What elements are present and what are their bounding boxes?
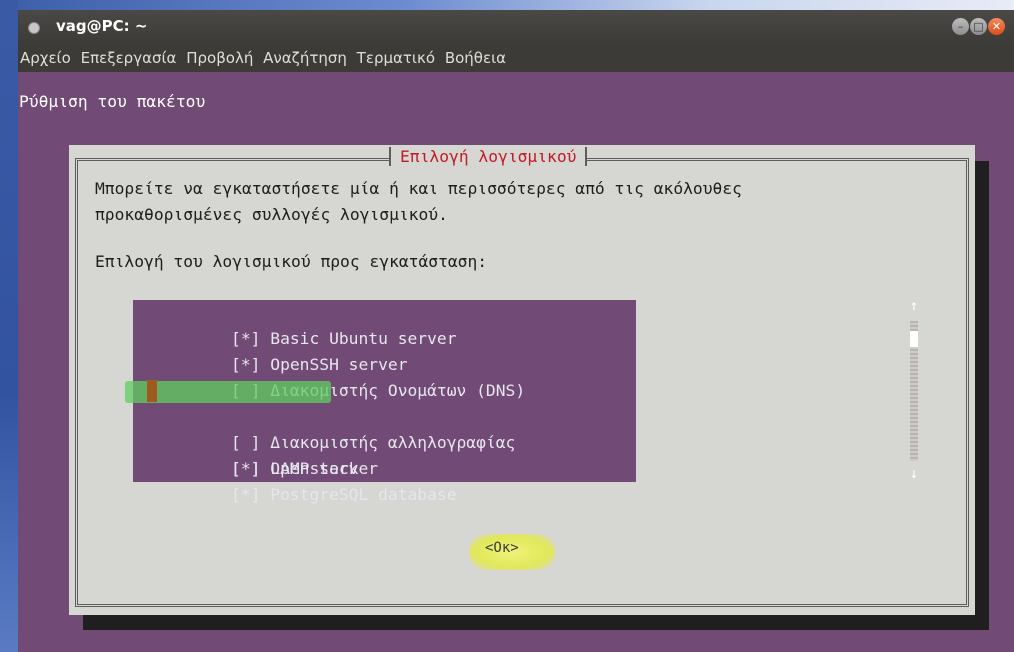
terminal-area[interactable]: Ρύθμιση του πακέτου Επιλογή λογισμικού Μ…	[18, 72, 1014, 652]
item-label: PostgreSQL database	[270, 485, 457, 504]
close-icon[interactable]: ✕	[988, 18, 1005, 35]
terminal-window: vag@PC: ~ – □ ✕ Αρχείο Επεξεργασία Προβο…	[18, 10, 1014, 652]
maximize-icon[interactable]: □	[970, 18, 987, 35]
list-item[interactable]: [ ] Διακομιστής αλληλογραφίας	[133, 404, 636, 452]
selection-prompt: Επιλογή του λογισμικού προς εγκατάσταση:	[95, 252, 488, 271]
text-cursor	[147, 380, 157, 402]
dialog-description: Μπορείτε να εγκαταστήσετε μία ή και περι…	[95, 176, 742, 228]
description-line-1: Μπορείτε να εγκαταστήσετε μία ή και περι…	[95, 179, 742, 198]
menu-terminal[interactable]: Τερματικό	[355, 44, 438, 67]
menu-view[interactable]: Προβολή	[184, 44, 256, 67]
list-item[interactable]: [*] Basic Ubuntu server	[133, 300, 636, 348]
scroll-down-arrow-icon[interactable]: ↓	[908, 466, 920, 482]
software-selection-dialog: Επιλογή λογισμικού Μπορείτε να εγκαταστή…	[69, 145, 975, 615]
list-item[interactable]: [ ] Openstack	[133, 430, 636, 478]
ok-button[interactable]: <Οκ>	[485, 540, 519, 556]
item-checkbox[interactable]: [*]	[231, 485, 260, 504]
window-titlebar[interactable]: vag@PC: ~ – □ ✕	[18, 10, 1014, 44]
desktop-background-left	[0, 0, 18, 652]
dialog-title: Επιλογή λογισμικού	[389, 147, 588, 166]
menu-help[interactable]: Βοήθεια	[443, 44, 509, 67]
package-config-header: Ρύθμιση του πακέτου	[19, 92, 206, 111]
software-list[interactable]: [*] Basic Ubuntu server [*] OpenSSH serv…	[125, 300, 636, 504]
list-scrollbar[interactable]: ↑ ↓	[908, 298, 920, 482]
menu-search[interactable]: Αναζήτηση	[261, 44, 350, 67]
list-item[interactable]: [*] PostgreSQL database	[133, 456, 636, 504]
minimize-icon[interactable]: –	[952, 18, 969, 35]
menu-edit[interactable]: Επεξεργασία	[79, 44, 180, 67]
list-item[interactable]: [*] OpenSSH server	[133, 326, 636, 374]
terminal-dot-icon[interactable]	[28, 22, 40, 34]
desktop-background-top	[0, 0, 1014, 10]
window-title: vag@PC: ~	[56, 17, 148, 35]
menu-bar: Αρχείο Επεξεργασία Προβολή Αναζήτηση Τερ…	[18, 44, 1014, 72]
description-line-2: προκαθορισμένες συλλογές λογισμικού.	[95, 205, 448, 224]
scroll-up-arrow-icon[interactable]: ↑	[908, 298, 920, 314]
menu-file[interactable]: Αρχείο	[18, 44, 74, 67]
scroll-thumb[interactable]	[910, 331, 918, 347]
list-item[interactable]: [ ] Διακομιστής Ονομάτων (DNS)	[133, 352, 636, 400]
list-item-focused[interactable]: [*] LAMP server	[125, 378, 636, 478]
